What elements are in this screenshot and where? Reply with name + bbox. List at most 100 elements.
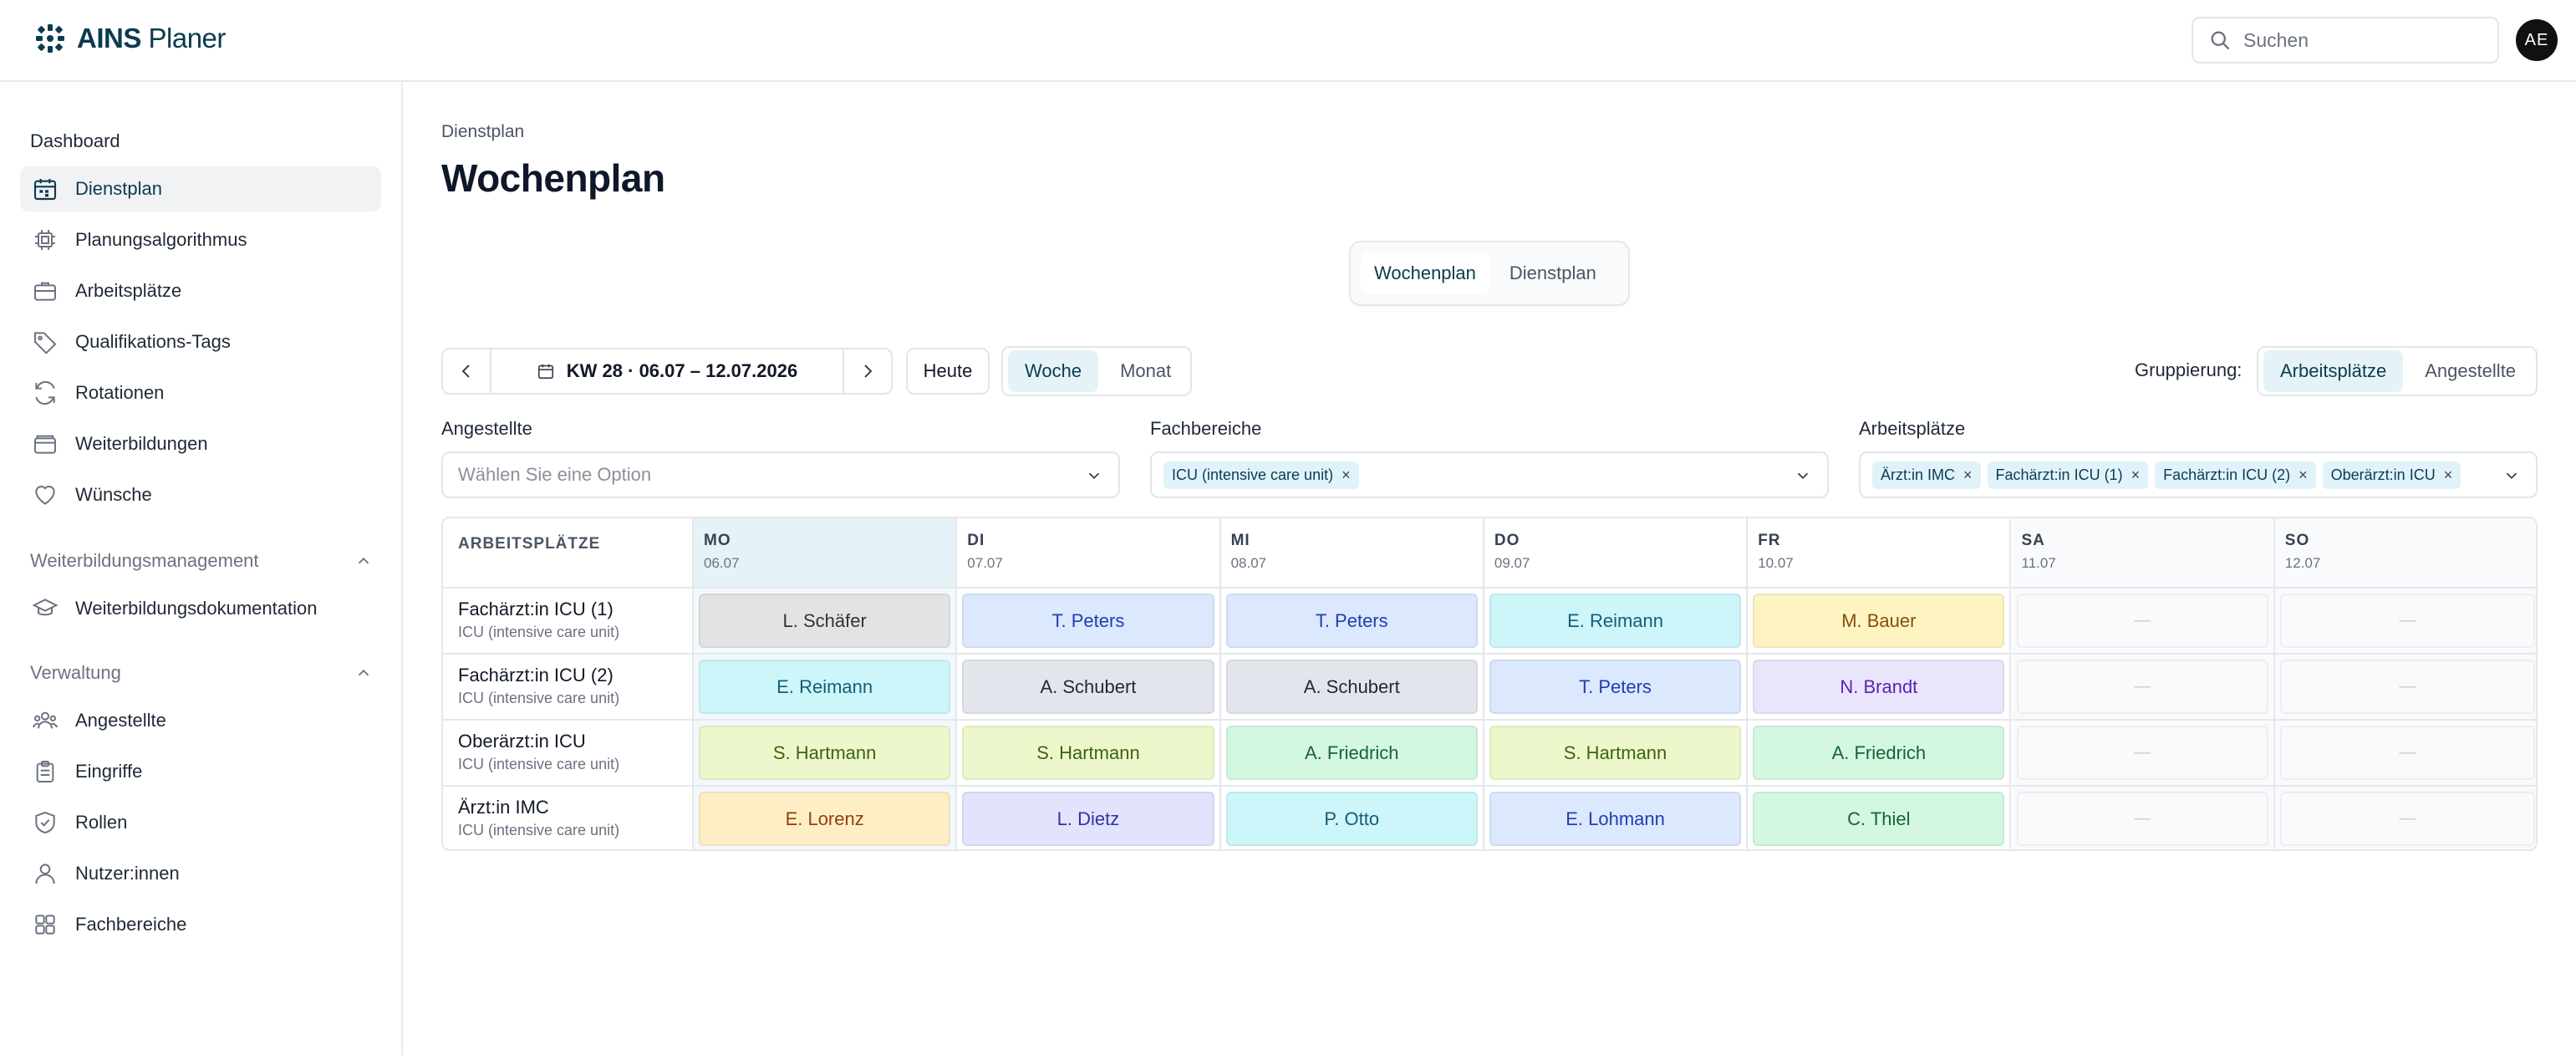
remove-chip-icon[interactable]: × <box>2444 466 2453 484</box>
workplace-chip: Fachärzt:in ICU (1) × <box>1987 461 2149 489</box>
schedule-cell[interactable]: S. Hartmann <box>957 721 1221 787</box>
sidebar-item-dienstplan[interactable]: Dienstplan <box>20 166 381 212</box>
remove-chip-icon[interactable]: × <box>1341 466 1351 484</box>
schedule-cell[interactable]: L. Dietz <box>957 787 1221 849</box>
schedule-cell[interactable]: — <box>2011 655 2275 721</box>
empty-slot[interactable]: — <box>2016 594 2268 648</box>
sidebar-item-eingriffe[interactable]: Eingriffe <box>20 749 381 794</box>
previous-week-button[interactable] <box>443 349 490 393</box>
workplaces-select[interactable]: Ärzt:in IMC × Fachärzt:in ICU (1) × Fachär… <box>1859 451 2538 498</box>
shift-assignment[interactable]: L. Dietz <box>962 792 1214 846</box>
empty-slot[interactable]: — <box>2279 660 2536 714</box>
sidebar-item-angestellte[interactable]: Angestellte <box>20 698 381 743</box>
range-month-button[interactable]: Monat <box>1103 350 1188 392</box>
shift-assignment[interactable]: A. Friedrich <box>1753 726 2005 780</box>
tab-wochenplan[interactable]: Wochenplan <box>1361 252 1489 294</box>
schedule-cell[interactable]: L. Schäfer <box>694 589 958 655</box>
shift-assignment[interactable]: E. Reimann <box>1489 594 1742 648</box>
shift-assignment[interactable]: E. Reimann <box>699 660 951 714</box>
schedule-cell[interactable]: — <box>2274 787 2536 849</box>
today-button[interactable]: Heute <box>906 348 990 395</box>
sidebar-item-planungsalgorithmus[interactable]: Planungsalgorithmus <box>20 217 381 262</box>
schedule-cell[interactable]: A. Schubert <box>957 655 1221 721</box>
schedule-cell[interactable]: — <box>2274 655 2536 721</box>
search-input[interactable] <box>2243 28 2486 52</box>
schedule-cell[interactable]: E. Lohmann <box>1484 787 1749 849</box>
next-week-button[interactable] <box>844 349 891 393</box>
shift-assignment[interactable]: L. Schäfer <box>699 594 951 648</box>
empty-slot[interactable]: — <box>2279 594 2536 648</box>
schedule-cell[interactable]: A. Schubert <box>1220 655 1484 721</box>
empty-slot[interactable]: — <box>2016 660 2268 714</box>
schedule-cell[interactable]: P. Otto <box>1221 787 1484 849</box>
range-week-button[interactable]: Woche <box>1008 350 1099 392</box>
shift-assignment[interactable]: T. Peters <box>1489 660 1742 714</box>
shift-assignment[interactable]: A. Friedrich <box>1225 726 1478 780</box>
shift-assignment[interactable]: T. Peters <box>1225 594 1478 648</box>
schedule-cell[interactable]: E. Lorenz <box>694 787 958 849</box>
schedule-cell[interactable]: E. Reimann <box>694 655 958 721</box>
schedule-cell[interactable]: — <box>2011 721 2275 787</box>
schedule-cell[interactable]: C. Thiel <box>1748 787 2012 849</box>
sidebar-item-arbeitsplaetze[interactable]: Arbeitsplätze <box>20 268 381 313</box>
sidebar-item-wuensche[interactable]: Wünsche <box>20 472 381 517</box>
sidebar-item-fachbereiche[interactable]: Fachbereiche <box>20 902 381 947</box>
shield-check-icon <box>35 811 55 834</box>
sidebar-item-weiterbildungen[interactable]: Weiterbildungen <box>20 421 381 466</box>
shift-assignment[interactable]: N. Brandt <box>1753 660 2005 714</box>
departments-select[interactable]: ICU (intensive care unit) × <box>1150 451 1829 498</box>
schedule-cell[interactable]: T. Peters <box>957 589 1221 655</box>
remove-chip-icon[interactable]: × <box>1963 466 1973 484</box>
schedule-cell[interactable]: — <box>2274 589 2536 655</box>
tab-dienstplan[interactable]: Dienstplan <box>1496 252 1610 294</box>
empty-slot[interactable]: — <box>2016 792 2268 846</box>
shift-assignment[interactable]: S. Hartmann <box>699 726 951 780</box>
schedule-cell[interactable]: A. Friedrich <box>1220 721 1484 787</box>
shift-assignment[interactable]: A. Schubert <box>1225 660 1478 714</box>
sidebar-item-qualifikations-tags[interactable]: Qualifikations-Tags <box>20 319 381 364</box>
breadcrumb[interactable]: Dienstplan <box>441 122 524 142</box>
shift-assignment[interactable]: E. Lohmann <box>1489 792 1742 846</box>
graduation-cap-icon <box>32 599 59 616</box>
brand-logo[interactable]: AINS Planer <box>33 22 226 55</box>
schedule-cell[interactable]: M. Bauer <box>1748 589 2012 655</box>
section-weiterbildungsmanagement[interactable]: Weiterbildungsmanagement <box>30 550 373 572</box>
sidebar-dashboard-link[interactable]: Dashboard <box>30 130 120 152</box>
shift-assignment[interactable]: A. Schubert <box>962 660 1214 714</box>
empty-slot[interactable]: — <box>2279 726 2536 780</box>
schedule-cell[interactable]: — <box>2011 589 2275 655</box>
schedule-cell[interactable]: E. Reimann <box>1484 589 1749 655</box>
sidebar-item-weiterbildungsdokumentation[interactable]: Weiterbildungsdokumentation <box>20 586 381 631</box>
date-range-button[interactable]: KW 28 · 06.07 – 12.07.2026 <box>491 360 843 382</box>
search-box[interactable] <box>2192 17 2499 64</box>
schedule-cell[interactable]: N. Brandt <box>1748 655 2012 721</box>
group-employees-button[interactable]: Angestellte <box>2408 350 2533 392</box>
schedule-cell[interactable]: T. Peters <box>1484 655 1749 721</box>
remove-chip-icon[interactable]: × <box>2131 466 2141 484</box>
employees-select[interactable]: Wählen Sie eine Option <box>441 451 1120 498</box>
sidebar-item-rollen[interactable]: Rollen <box>20 800 381 845</box>
schedule-cell[interactable]: — <box>2011 787 2275 849</box>
sidebar-item-rotationen[interactable]: Rotationen <box>20 370 381 415</box>
workplace-name: Oberärzt:in ICU <box>458 731 586 752</box>
shift-assignment[interactable]: C. Thiel <box>1753 792 2005 846</box>
shift-assignment[interactable]: P. Otto <box>1225 792 1478 846</box>
empty-slot[interactable]: — <box>2016 726 2268 780</box>
group-workplaces-button[interactable]: Arbeitsplätze <box>2263 350 2404 392</box>
shift-assignment[interactable]: S. Hartmann <box>962 726 1214 780</box>
remove-chip-icon[interactable]: × <box>2299 466 2308 484</box>
shift-assignment[interactable]: T. Peters <box>962 594 1214 648</box>
user-avatar[interactable]: AE <box>2516 19 2558 61</box>
section-verwaltung[interactable]: Verwaltung <box>30 662 373 684</box>
shift-assignment[interactable]: M. Bauer <box>1753 594 2005 648</box>
workplace-chip: Fachärzt:in ICU (2) × <box>2155 461 2316 489</box>
schedule-cell[interactable]: A. Friedrich <box>1748 721 2012 787</box>
shift-assignment[interactable]: S. Hartmann <box>1489 726 1742 780</box>
schedule-cell[interactable]: S. Hartmann <box>694 721 958 787</box>
schedule-cell[interactable]: — <box>2274 721 2536 787</box>
sidebar-item-nutzerinnen[interactable]: Nutzer:innen <box>20 851 381 896</box>
shift-assignment[interactable]: E. Lorenz <box>699 792 951 846</box>
schedule-cell[interactable]: T. Peters <box>1220 589 1484 655</box>
schedule-cell[interactable]: S. Hartmann <box>1484 721 1749 787</box>
empty-slot[interactable]: — <box>2279 792 2536 846</box>
